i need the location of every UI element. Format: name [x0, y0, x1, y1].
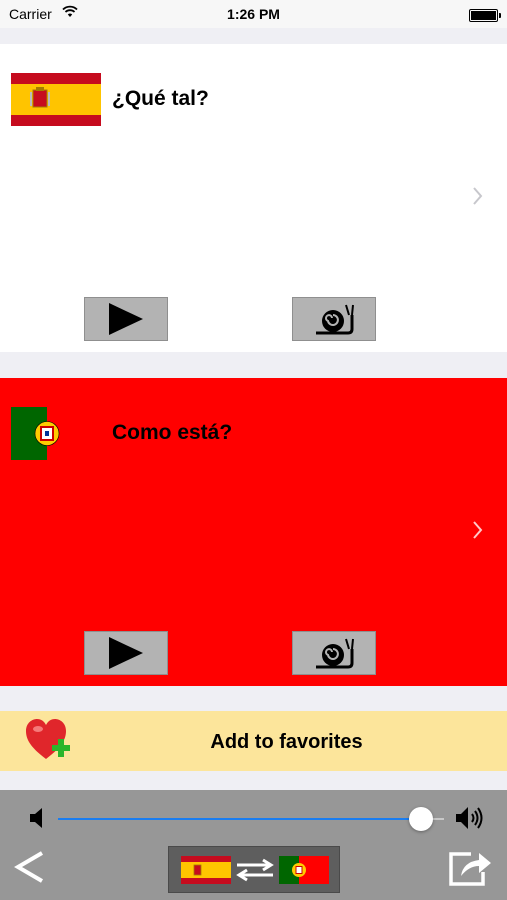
volume-slider-thumb[interactable]	[408, 807, 433, 831]
source-phrase-card[interactable]: ¿Qué tal?	[0, 44, 507, 352]
source-slow-play-button[interactable]	[292, 297, 376, 341]
share-icon[interactable]	[445, 848, 493, 893]
spain-flag-icon	[181, 856, 231, 884]
speaker-high-icon	[455, 805, 485, 836]
swap-languages-button[interactable]	[168, 846, 340, 893]
chevron-right-icon[interactable]	[473, 521, 483, 544]
back-chevron-icon[interactable]	[14, 850, 46, 889]
snail-icon	[316, 638, 354, 669]
volume-slider-fill	[58, 818, 421, 820]
add-to-favorites-label: Add to favorites	[210, 731, 363, 753]
source-phrase: ¿Qué tal?	[112, 87, 209, 110]
target-phrase-card[interactable]: Como está?	[0, 378, 507, 686]
bottom-toolbar	[0, 790, 507, 900]
play-icon	[109, 303, 143, 335]
chevron-right-icon[interactable]	[473, 187, 483, 210]
swap-arrows-icon	[236, 858, 274, 882]
speaker-low-icon	[29, 807, 45, 834]
status-bar: Carrier 1:26 PM	[0, 0, 507, 28]
battery-icon	[469, 9, 501, 22]
target-slow-play-button[interactable]	[292, 631, 376, 675]
spain-flag-icon	[11, 73, 101, 126]
source-play-button[interactable]	[84, 297, 168, 341]
target-phrase: Como está?	[112, 421, 233, 444]
snail-icon	[316, 304, 354, 335]
clock: 1:26 PM	[227, 6, 280, 22]
portugal-flag-icon	[11, 407, 101, 460]
play-icon	[109, 637, 143, 669]
add-to-favorites-button[interactable]: Add to favorites	[0, 711, 507, 771]
volume-slider[interactable]	[58, 818, 444, 820]
portugal-flag-icon	[279, 856, 329, 884]
target-play-button[interactable]	[84, 631, 168, 675]
